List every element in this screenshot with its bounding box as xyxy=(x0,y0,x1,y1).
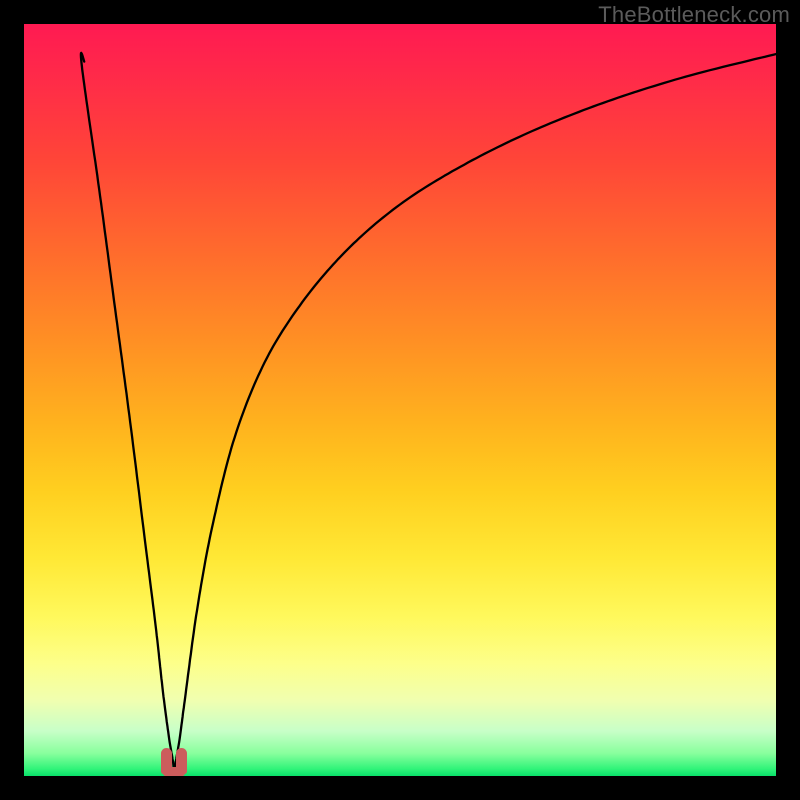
bottleneck-curve xyxy=(24,24,776,776)
optimum-marker xyxy=(160,748,188,776)
marker-bottom-stroke xyxy=(162,767,186,776)
chart-frame: TheBottleneck.com xyxy=(0,0,800,800)
plot-area xyxy=(24,24,776,776)
